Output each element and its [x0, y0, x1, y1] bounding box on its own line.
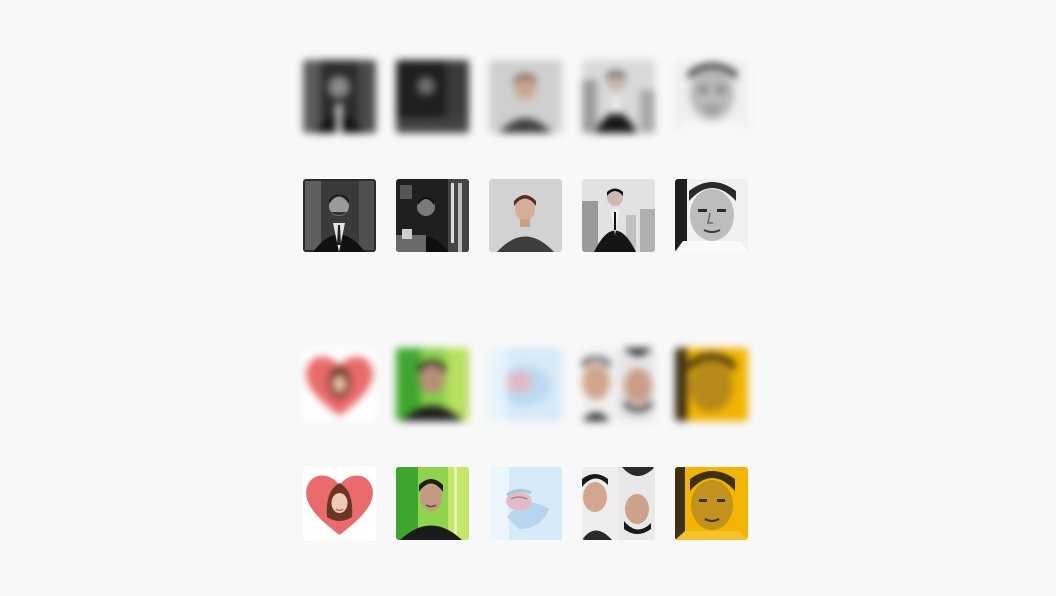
yellow-duotone-portrait — [675, 467, 748, 540]
avatar-thumbnail[interactable] — [396, 348, 469, 421]
avatar-thumbnail[interactable] — [675, 348, 748, 421]
blue-tint-portrait — [489, 348, 562, 421]
person-closeup-icon — [675, 179, 748, 252]
person-plain-icon — [489, 179, 562, 252]
monochrome-row — [303, 179, 748, 252]
person-plain-icon — [489, 60, 562, 133]
yellow-duotone-portrait — [675, 348, 748, 421]
avatar-thumbnail[interactable] — [489, 348, 562, 421]
split-flipped-portrait — [582, 348, 655, 421]
person-suit-icon — [303, 179, 376, 252]
avatar-thumbnail[interactable] — [582, 348, 655, 421]
avatar-thumbnail[interactable] — [675, 467, 748, 540]
avatar-gallery — [0, 0, 1056, 596]
person-office-icon — [582, 179, 655, 252]
person-room-icon — [396, 60, 469, 133]
heart-frame-icon — [303, 348, 376, 421]
avatar-thumbnail[interactable] — [303, 348, 376, 421]
avatar-thumbnail[interactable] — [489, 60, 562, 133]
avatar-thumbnail[interactable] — [396, 179, 469, 252]
person-closeup-icon — [675, 60, 748, 133]
avatar-thumbnail[interactable] — [582, 179, 655, 252]
avatar-thumbnail[interactable] — [303, 60, 376, 133]
green-glow-portrait — [396, 467, 469, 540]
avatar-thumbnail[interactable] — [303, 467, 376, 540]
avatar-thumbnail[interactable] — [675, 179, 748, 252]
avatar-thumbnail[interactable] — [396, 60, 469, 133]
avatar-thumbnail[interactable] — [582, 60, 655, 133]
avatar-thumbnail[interactable] — [675, 60, 748, 133]
blurred-monochrome-row — [303, 60, 748, 133]
green-glow-portrait — [396, 348, 469, 421]
blue-tint-portrait — [489, 467, 562, 540]
heart-frame-icon — [303, 467, 376, 540]
effects-row — [303, 467, 748, 540]
blurred-effects-row — [303, 348, 748, 421]
person-suit-icon — [303, 60, 376, 133]
avatar-thumbnail[interactable] — [489, 179, 562, 252]
avatar-thumbnail[interactable] — [489, 467, 562, 540]
avatar-thumbnail[interactable] — [303, 179, 376, 252]
person-room-icon — [396, 179, 469, 252]
split-flipped-portrait — [582, 467, 655, 540]
avatar-thumbnail[interactable] — [396, 467, 469, 540]
person-office-icon — [582, 60, 655, 133]
avatar-thumbnail[interactable] — [582, 467, 655, 540]
